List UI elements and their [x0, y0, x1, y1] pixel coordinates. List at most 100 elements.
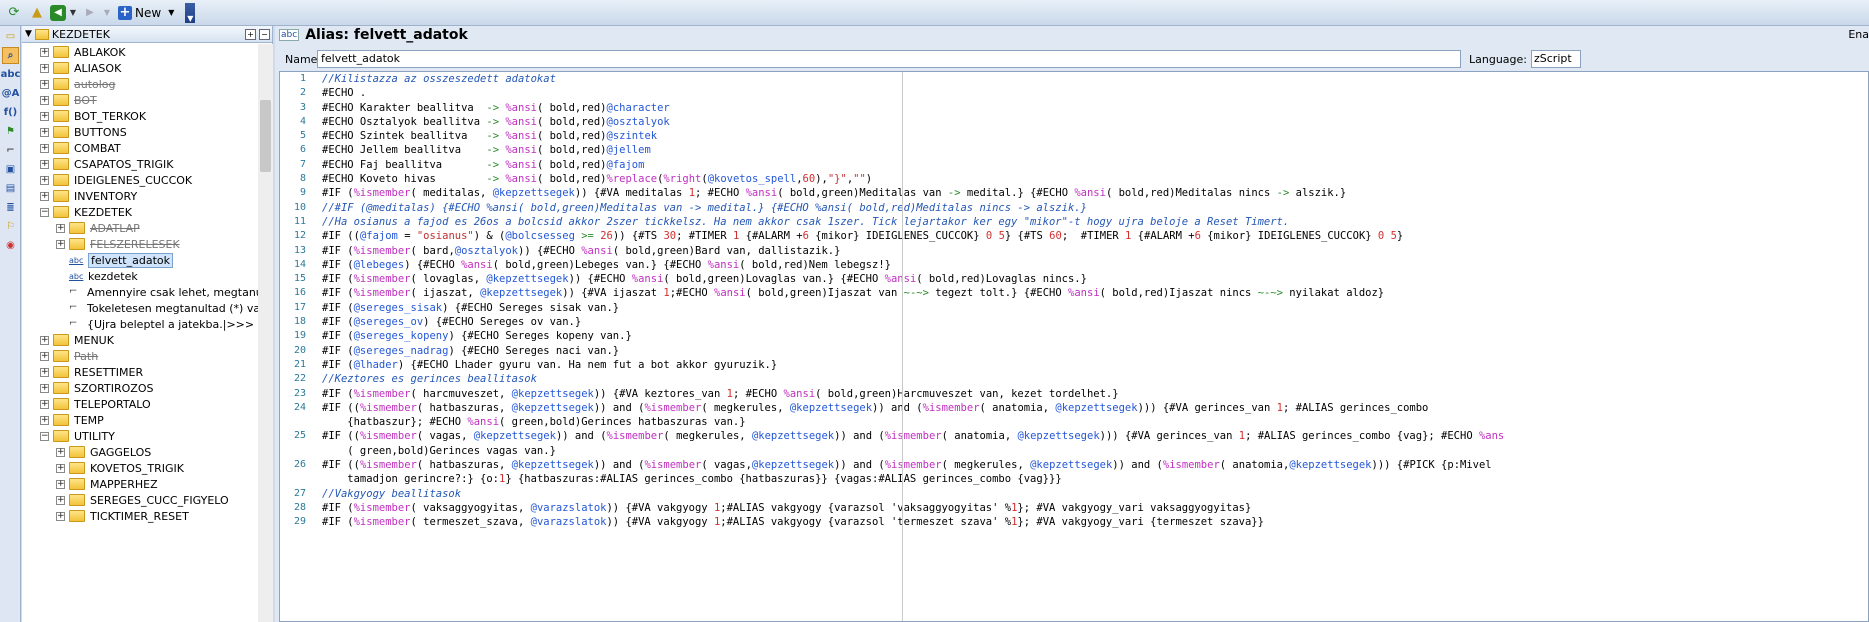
code-line[interactable]: #IF ((%ismember( vagas, @kepzettsegek)) …: [322, 429, 1868, 443]
expand-icon[interactable]: +: [56, 479, 65, 489]
flag-icon[interactable]: ⚐: [2, 218, 19, 235]
code-line[interactable]: #ECHO .: [322, 86, 1868, 100]
button-icon[interactable]: ▣: [2, 161, 19, 178]
tree-item[interactable]: + BOT_TERKOK: [22, 108, 258, 124]
tree-item[interactable]: + CSAPATOS_TRIGIK: [22, 156, 258, 172]
expand-icon[interactable]: +: [40, 399, 49, 409]
trigger-icon[interactable]: ⌐: [2, 142, 19, 159]
forward-icon[interactable]: ▶: [80, 3, 100, 23]
code-line[interactable]: #ECHO Osztalyok beallitva -> %ansi( bold…: [322, 115, 1868, 129]
code-line[interactable]: //Keztores es gerinces beallitasok: [322, 372, 1868, 386]
tree-item[interactable]: + GAGGELOS: [22, 444, 258, 460]
code-line[interactable]: #IF (%ismember( termeszet_szava, @varazs…: [322, 515, 1868, 529]
code-line[interactable]: #IF ((%ismember( hatbaszuras, @kepzettse…: [322, 401, 1868, 415]
code-area[interactable]: //Kilistazza az osszeszedett adatokat #EC…: [322, 72, 1868, 621]
code-line[interactable]: #IF (@sereges_ov) {#ECHO Sereges ov van.…: [322, 315, 1868, 329]
tree-item[interactable]: + MENUK: [22, 332, 258, 348]
script-editor[interactable]: 1 2 3 4 5 6 7 8 9 10 11 12 13 14 15 16 17 18 19 20 21 22 23 24 2…: [279, 71, 1869, 622]
code-line[interactable]: //Vakgyogy beallitasok: [322, 487, 1868, 501]
expand-icon[interactable]: +: [40, 415, 49, 425]
record-icon[interactable]: ◉: [2, 237, 19, 254]
collapse-icon[interactable]: −: [40, 431, 49, 441]
code-line[interactable]: //Ha osianus a fajod es 26os a bolcsid a…: [322, 215, 1868, 229]
tree-item[interactable]: + BUTTONS: [22, 124, 258, 140]
folder-up-icon[interactable]: ▲: [27, 3, 47, 23]
new-button[interactable]: + New ▼: [114, 3, 178, 23]
language-select[interactable]: zScript: [1531, 50, 1581, 68]
expand-icon[interactable]: +: [40, 95, 49, 105]
code-line[interactable]: #IF (@sereges_sisak) {#ECHO Sereges sisa…: [322, 301, 1868, 315]
code-line[interactable]: ( green,bold)Gerinces vagas van.}: [322, 444, 1868, 458]
tree-scrollbar-thumb[interactable]: [260, 100, 271, 172]
expand-icon[interactable]: +: [40, 175, 49, 185]
code-line[interactable]: #IF (%ismember( harcmuveszet, @kepzettse…: [322, 387, 1868, 401]
expand-icon[interactable]: +: [56, 239, 65, 249]
tree-item[interactable]: ⌐ {Ujra beleptel a jatekba.|>>> Ekezetek: [22, 316, 258, 332]
enabled-label[interactable]: Ena: [1848, 28, 1869, 41]
tree-item[interactable]: − UTILITY: [22, 428, 258, 444]
back-icon[interactable]: ◀: [50, 4, 66, 21]
tree-item[interactable]: + MAPPERHEZ: [22, 476, 258, 492]
code-line[interactable]: #ECHO Koveto hivas -> %ansi( bold,red)%r…: [322, 172, 1868, 186]
refresh-icon[interactable]: ⟳: [4, 3, 24, 23]
expand-icon[interactable]: +: [40, 47, 49, 57]
tree-item[interactable]: + TICKTIMER_RESET: [22, 508, 258, 524]
name-input[interactable]: felvett_adatok: [317, 50, 1461, 68]
code-line[interactable]: //Kilistazza az osszeszedett adatokat: [322, 72, 1868, 86]
expand-all-button[interactable]: +: [245, 28, 256, 40]
expand-icon[interactable]: +: [56, 223, 65, 233]
code-line[interactable]: #IF (@lhader) {#ECHO Lhader gyuru van. H…: [322, 358, 1868, 372]
code-line[interactable]: #IF (%ismember( meditalas, @kepzettsegek…: [322, 186, 1868, 200]
tree-item[interactable]: + SEREGES_CUCC_FIGYELO: [22, 492, 258, 508]
code-line[interactable]: #IF ((%ismember( hatbaszuras, @kepzettse…: [322, 458, 1868, 472]
code-line[interactable]: #IF (@sereges_nadrag) {#ECHO Sereges nac…: [322, 344, 1868, 358]
tree-item[interactable]: + INVENTORY: [22, 188, 258, 204]
code-line[interactable]: //#IF (@meditalas) {#ECHO %ansi( bold,gr…: [322, 201, 1868, 215]
search-icon[interactable]: ⌕: [2, 47, 19, 64]
tree-item[interactable]: abc kezdetek: [22, 268, 258, 284]
code-line[interactable]: #ECHO Karakter beallitva -> %ansi( bold,…: [322, 101, 1868, 115]
expand-icon[interactable]: +: [40, 383, 49, 393]
tree-item[interactable]: ⌐ Amennyire csak lehet, megtanultad (*): [22, 284, 258, 300]
back-dropdown-icon[interactable]: ▼: [69, 3, 77, 23]
variable-icon[interactable]: @A: [2, 85, 20, 102]
tree-root-label[interactable]: KEZDETEK: [52, 28, 110, 41]
toolbar-overflow-button[interactable]: ▼: [185, 2, 196, 23]
new-dropdown-icon[interactable]: ▼: [168, 8, 174, 17]
expand-icon[interactable]: +: [56, 463, 65, 473]
expand-icon[interactable]: +: [40, 191, 49, 201]
tree-item[interactable]: + IDEIGLENES_CUCCOK: [22, 172, 258, 188]
collapse-all-button[interactable]: −: [259, 28, 270, 40]
tree-item[interactable]: abc felvett_adatok: [22, 252, 258, 268]
tree-item[interactable]: + FELSZERELESEK: [22, 236, 258, 252]
tree-item[interactable]: + RESETTIMER: [22, 364, 258, 380]
expand-icon[interactable]: +: [40, 159, 49, 169]
tree-item[interactable]: + BOT: [22, 92, 258, 108]
tree-item[interactable]: ⌐ Tokeletesen megtanultad (*) varazslatot: [22, 300, 258, 316]
expand-icon[interactable]: +: [56, 511, 65, 521]
tree-item[interactable]: + SZORTIROZOS: [22, 380, 258, 396]
code-line[interactable]: #IF (%ismember( ijaszat, @kepzettsegek))…: [322, 286, 1868, 300]
code-line[interactable]: #IF (%ismember( vaksaggyogyitas, @varazs…: [322, 501, 1868, 515]
collapse-root-icon[interactable]: ▼: [25, 29, 32, 39]
tree-item[interactable]: + ADATLAP: [22, 220, 258, 236]
tree-item[interactable]: + TEMP: [22, 412, 258, 428]
expand-icon[interactable]: +: [40, 335, 49, 345]
path-icon[interactable]: ⚑: [2, 123, 19, 140]
folder-view-icon[interactable]: ▭: [2, 28, 19, 45]
expand-icon[interactable]: +: [56, 495, 65, 505]
expand-icon[interactable]: +: [40, 111, 49, 121]
code-line[interactable]: #ECHO Szintek beallitva -> %ansi( bold,r…: [322, 129, 1868, 143]
macro-icon[interactable]: ▤: [2, 180, 19, 197]
expand-icon[interactable]: +: [40, 79, 49, 89]
expand-icon[interactable]: +: [40, 143, 49, 153]
code-line[interactable]: #IF (@sereges_kopeny) {#ECHO Sereges kop…: [322, 329, 1868, 343]
collapse-icon[interactable]: −: [40, 207, 49, 217]
forward-dropdown-icon[interactable]: ▼: [103, 3, 111, 23]
tree-item[interactable]: + KOVETOS_TRIGIK: [22, 460, 258, 476]
expand-icon[interactable]: +: [40, 351, 49, 361]
expand-icon[interactable]: +: [40, 127, 49, 137]
code-line[interactable]: {hatbaszur}; #ECHO %ansi( green,bold)Ger…: [322, 415, 1868, 429]
function-icon[interactable]: f(): [2, 104, 19, 121]
tree-item[interactable]: + Path: [22, 348, 258, 364]
